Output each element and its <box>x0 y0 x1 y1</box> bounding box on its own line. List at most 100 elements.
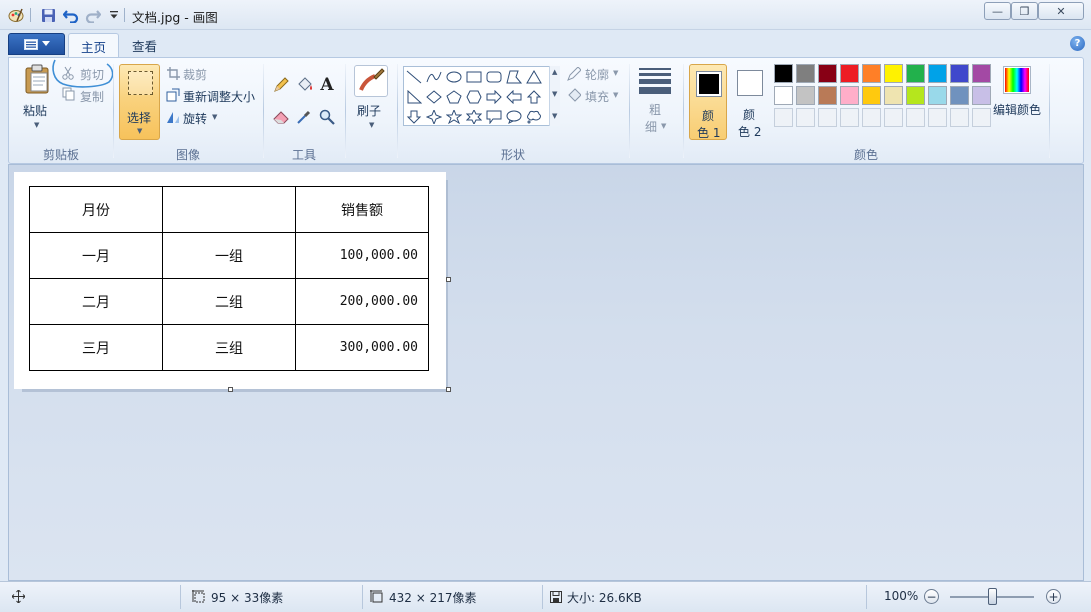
rounded-rectangle-shape-icon[interactable] <box>484 67 504 87</box>
save-icon[interactable] <box>40 7 56 23</box>
size-dropdown-icon[interactable]: ▼ <box>661 122 666 130</box>
custom-color-slot[interactable] <box>774 108 793 127</box>
custom-color-slot[interactable] <box>818 108 837 127</box>
size-lines-icon[interactable] <box>639 66 671 96</box>
palette-color-swatch[interactable] <box>774 86 793 105</box>
custom-color-slot[interactable] <box>928 108 947 127</box>
scroll-down-icon[interactable]: ▼ <box>552 90 557 98</box>
polygon-shape-icon[interactable] <box>504 67 524 87</box>
app-menu-button[interactable] <box>8 33 65 55</box>
edit-colors-icon[interactable] <box>1003 66 1031 94</box>
palette-color-swatch[interactable] <box>796 86 815 105</box>
palette-color-swatch[interactable] <box>884 86 903 105</box>
paste-dropdown-icon[interactable]: ▼ <box>34 121 39 129</box>
pencil-icon[interactable] <box>270 74 292 96</box>
shapes-scrollbar[interactable]: ▲ ▼ ▼ <box>549 66 560 126</box>
palette-color-swatch[interactable] <box>818 86 837 105</box>
oval-shape-icon[interactable] <box>444 67 464 87</box>
pentagon-shape-icon[interactable] <box>444 87 464 107</box>
text-tool-icon[interactable]: A <box>316 74 338 96</box>
drawing-canvas[interactable]: 月份 销售额 一月 一组 100,000.00 二月 二组 200,000.00 三月 三组 300… <box>14 172 446 389</box>
outline-button[interactable]: 轮廓 <box>585 66 609 83</box>
palette-color-swatch[interactable] <box>906 64 925 83</box>
cloud-callout-shape-icon[interactable] <box>524 107 544 127</box>
tab-view[interactable]: 查看 <box>120 33 169 58</box>
down-arrow-shape-icon[interactable] <box>404 107 424 127</box>
customize-quick-access-icon[interactable] <box>106 7 122 23</box>
resize-handle-right[interactable] <box>446 277 451 282</box>
palette-color-swatch[interactable] <box>972 64 991 83</box>
fill-bucket-icon[interactable] <box>293 74 315 96</box>
custom-color-slot[interactable] <box>862 108 881 127</box>
rotate-dropdown-icon[interactable]: ▼ <box>212 113 217 121</box>
magnifier-icon[interactable] <box>316 106 338 128</box>
palette-color-swatch[interactable] <box>950 64 969 83</box>
palette-color-swatch[interactable] <box>928 64 947 83</box>
palette-color-swatch[interactable] <box>950 86 969 105</box>
custom-color-slot[interactable] <box>972 108 991 127</box>
left-arrow-shape-icon[interactable] <box>504 87 524 107</box>
rectangle-callout-shape-icon[interactable] <box>484 107 504 127</box>
palette-color-swatch[interactable] <box>928 86 947 105</box>
zoom-slider-thumb[interactable] <box>988 588 997 605</box>
palette-color-swatch[interactable] <box>840 86 859 105</box>
tab-home[interactable]: 主页 <box>68 33 120 58</box>
undo-icon[interactable] <box>63 7 79 23</box>
rotate-button[interactable]: 旋转 <box>183 110 207 127</box>
custom-color-slot[interactable] <box>840 108 859 127</box>
diamond-shape-icon[interactable] <box>424 87 444 107</box>
scroll-up-icon[interactable]: ▲ <box>552 68 557 76</box>
four-point-star-shape-icon[interactable] <box>424 107 444 127</box>
curve-shape-icon[interactable] <box>424 67 444 87</box>
fill-button[interactable]: 填充 <box>585 88 609 105</box>
resize-button[interactable]: 重新调整大小 <box>183 88 255 105</box>
restore-button[interactable]: ❐ <box>1011 2 1038 20</box>
custom-color-slot[interactable] <box>950 108 969 127</box>
five-point-star-shape-icon[interactable] <box>444 107 464 127</box>
outline-dropdown-icon[interactable]: ▼ <box>613 69 618 77</box>
brush-dropdown-icon[interactable]: ▼ <box>369 121 374 129</box>
minimize-button[interactable]: — <box>984 2 1011 20</box>
zoom-out-button[interactable]: − <box>924 589 939 604</box>
custom-color-slot[interactable] <box>796 108 815 127</box>
close-button[interactable]: ✕ <box>1038 2 1084 20</box>
size-label-top[interactable]: 粗 <box>649 101 661 118</box>
size-label-bottom[interactable]: 细 <box>645 118 657 135</box>
palette-color-swatch[interactable] <box>862 86 881 105</box>
color2-button[interactable]: 颜 色 2 <box>731 64 769 140</box>
line-shape-icon[interactable] <box>404 67 424 87</box>
palette-color-swatch[interactable] <box>840 64 859 83</box>
palette-color-swatch[interactable] <box>906 86 925 105</box>
paint-app-icon[interactable] <box>8 7 24 23</box>
resize-handle-bottom[interactable] <box>228 387 233 392</box>
hexagon-shape-icon[interactable] <box>464 87 484 107</box>
six-point-star-shape-icon[interactable] <box>464 107 484 127</box>
eraser-icon[interactable] <box>270 106 292 128</box>
palette-color-swatch[interactable] <box>972 86 991 105</box>
triangle-shape-icon[interactable] <box>524 67 544 87</box>
edit-colors-button[interactable]: 编辑颜色 <box>993 101 1041 118</box>
crop-button[interactable]: 裁剪 <box>183 66 207 83</box>
color-picker-icon[interactable] <box>293 106 315 128</box>
redo-icon[interactable] <box>85 7 101 23</box>
palette-color-swatch[interactable] <box>774 64 793 83</box>
resize-handle-corner[interactable] <box>446 387 451 392</box>
oval-callout-shape-icon[interactable] <box>504 107 524 127</box>
paste-icon[interactable] <box>22 64 52 94</box>
palette-color-swatch[interactable] <box>862 64 881 83</box>
help-icon[interactable]: ? <box>1070 36 1085 51</box>
palette-color-swatch[interactable] <box>796 64 815 83</box>
right-arrow-shape-icon[interactable] <box>484 87 504 107</box>
right-triangle-shape-icon[interactable] <box>404 87 424 107</box>
rectangle-shape-icon[interactable] <box>464 67 484 87</box>
palette-color-swatch[interactable] <box>818 64 837 83</box>
custom-color-slot[interactable] <box>884 108 903 127</box>
brush-button-label[interactable]: 刷子 <box>357 102 381 119</box>
expand-gallery-icon[interactable]: ▼ <box>552 112 557 120</box>
paste-button-label[interactable]: 粘贴 <box>23 102 47 119</box>
select-button[interactable]: 选择 ▼ <box>119 64 160 140</box>
up-arrow-shape-icon[interactable] <box>524 87 544 107</box>
fill-dropdown-icon[interactable]: ▼ <box>613 91 618 99</box>
color1-button[interactable]: 颜 色 1 <box>689 64 727 140</box>
palette-color-swatch[interactable] <box>884 64 903 83</box>
